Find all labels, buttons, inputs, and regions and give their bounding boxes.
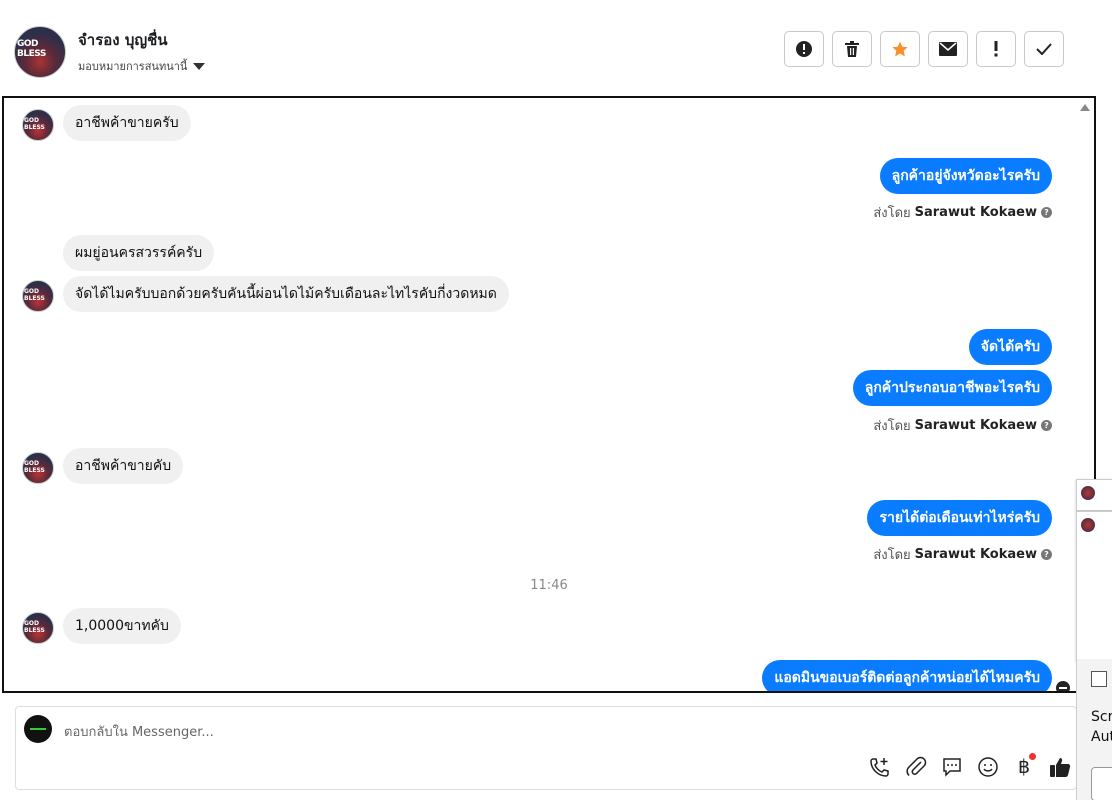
mini-chat-window[interactable] xyxy=(1076,479,1112,511)
message-timestamp: 11:46 xyxy=(530,578,568,593)
contact-avatar-small: GOD BLESS xyxy=(22,452,54,484)
notification-title: Scre xyxy=(1091,709,1112,725)
exclamation-circle-icon xyxy=(796,41,812,57)
sent-by-label: ส่งโดย Sarawut Kokaew ? xyxy=(873,415,1052,436)
contact-avatar-small: GOD BLESS xyxy=(22,109,54,141)
contact-avatar[interactable]: GOD BLESS xyxy=(14,26,66,78)
star-button[interactable] xyxy=(880,31,920,67)
incoming-message[interactable]: อาชีพค้าขายครับ xyxy=(63,105,191,141)
emoji-icon[interactable] xyxy=(976,755,1000,779)
delete-button[interactable] xyxy=(832,31,872,67)
page-avatar xyxy=(24,715,52,743)
sender-name: Sarawut Kokaew xyxy=(914,205,1037,220)
paperclip-icon[interactable] xyxy=(904,755,928,779)
caret-down-icon xyxy=(193,62,206,70)
notification-dot xyxy=(1029,753,1036,760)
help-icon[interactable]: ? xyxy=(1041,420,1052,431)
thumbs-up-icon[interactable] xyxy=(1048,755,1072,779)
sender-name: Sarawut Kokaew xyxy=(914,547,1037,562)
conversation-header: GOD BLESS จำรอง บุญชื่น มอบหมายการสนทนาน… xyxy=(0,0,1098,96)
outgoing-message[interactable]: แอดมินขอเบอร์ติดต่อลูกค้าหน่อยได้ไหมครับ xyxy=(762,660,1052,691)
envelope-icon xyxy=(939,42,957,56)
spam-button[interactable] xyxy=(784,31,824,67)
mark-unread-button[interactable] xyxy=(928,31,968,67)
follow-up-button[interactable] xyxy=(976,31,1016,67)
sent-by-label: ส่งโดย Sarawut Kokaew ? xyxy=(873,544,1052,565)
help-icon[interactable]: ? xyxy=(1041,207,1052,218)
avatar-logo-text: GOD BLESS xyxy=(17,39,46,59)
header-actions xyxy=(784,31,1064,67)
incoming-message[interactable]: อาชีพค้าขายคับ xyxy=(63,448,184,484)
scroll-up-arrow-icon[interactable] xyxy=(1080,104,1090,111)
outgoing-message[interactable]: ลูกค้าประกอบอาชีพอะไรครับ xyxy=(852,370,1052,406)
incoming-message[interactable]: จัดได้ไมครับบอกด้วยครับคันนี้ผ่อนไดไม้คร… xyxy=(63,276,509,312)
trash-icon xyxy=(845,41,859,57)
outgoing-message[interactable]: รายได้ต่อเดือนเท่าไหร่ครับ xyxy=(867,500,1052,536)
check-icon xyxy=(1036,43,1052,55)
composer-toolbar: ฿ xyxy=(868,753,1072,779)
baht-payment-icon[interactable]: ฿ xyxy=(1012,753,1036,779)
incoming-message[interactable]: ผมยู่อนครสวรรค์ครับ xyxy=(63,235,215,271)
notification-button[interactable] xyxy=(1091,767,1112,800)
reply-composer[interactable]: ตอบกลับใน Messenger... ฿ xyxy=(15,706,1077,790)
screenshot-notification-panel[interactable]: Scre Aut xyxy=(1076,659,1112,800)
incoming-message[interactable]: 1,0000ขาทคับ xyxy=(63,608,181,644)
sent-by-label: ส่งโดย Sarawut Kokaew ? xyxy=(873,202,1052,223)
contact-avatar-small: GOD BLESS xyxy=(22,280,54,312)
chat-reply-icon[interactable] xyxy=(940,755,964,779)
assign-dropdown[interactable]: มอบหมายการสนทนานี้ xyxy=(78,57,206,75)
help-icon[interactable]: ? xyxy=(1041,549,1052,560)
reply-input[interactable]: ตอบกลับใน Messenger... xyxy=(64,721,214,742)
star-icon xyxy=(892,41,908,57)
contact-avatar-small: GOD BLESS xyxy=(22,612,54,644)
mini-avatar xyxy=(1081,486,1095,500)
mini-chat-window[interactable] xyxy=(1076,511,1112,661)
assign-label: มอบหมายการสนทนานี้ xyxy=(78,60,188,73)
outgoing-message[interactable]: จัดได้ครับ xyxy=(968,329,1052,365)
outgoing-message[interactable]: ลูกค้าอยู่จังหวัดอะไรครับ xyxy=(879,158,1052,194)
snip-tool-icon xyxy=(1091,671,1107,687)
mark-done-button[interactable] xyxy=(1024,31,1064,67)
notification-subtitle: Aut xyxy=(1091,729,1112,745)
mini-avatar xyxy=(1081,518,1095,532)
seen-indicator-icon xyxy=(1056,681,1070,691)
sender-name: Sarawut Kokaew xyxy=(914,418,1037,433)
exclamation-icon xyxy=(994,41,998,57)
contact-name[interactable]: จำรอง บุญชื่น xyxy=(78,28,168,52)
phone-add-icon[interactable] xyxy=(868,755,892,779)
message-thread[interactable]: GOD BLESS อาชีพค้าขายครับ ลูกค้าอยู่จังห… xyxy=(2,96,1096,693)
